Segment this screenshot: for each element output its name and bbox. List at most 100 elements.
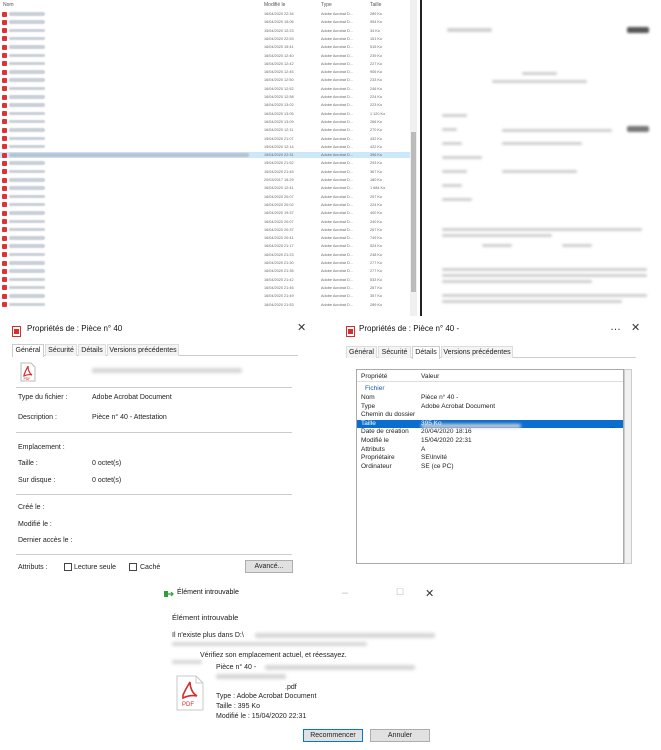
cancel-button[interactable]: Annuler (370, 729, 430, 742)
details-row[interactable]: Type Adobe Acrobat Document (357, 403, 623, 412)
size-value: 0 octet(s) (92, 460, 122, 467)
column-type[interactable]: Type (321, 2, 332, 8)
close-icon[interactable]: ✕ (425, 587, 434, 600)
file-type: Type : Adobe Acrobat Document (216, 693, 317, 700)
group-label: Fichier (365, 385, 385, 392)
minimize-icon[interactable]: … (610, 321, 621, 333)
maximize-icon[interactable]: ☐ (396, 587, 404, 598)
retry-button[interactable]: Recommencer (303, 729, 363, 742)
tab-security[interactable]: Sécurité (378, 346, 411, 358)
file-name: Pièce n° 40 - (216, 664, 257, 671)
close-icon[interactable]: ✕ (297, 321, 306, 334)
row-type: Adobe Acrobat D... (321, 111, 353, 116)
column-name[interactable]: Nom (3, 2, 14, 8)
table-row[interactable]: 16/04/2020 20:37 Adobe Acrobat D... 267 Ko (0, 227, 410, 233)
details-row[interactable]: Nom Pièce n° 40 - (357, 394, 623, 403)
document-preview (420, 0, 661, 316)
tab-general[interactable]: Général (346, 346, 377, 358)
details-row[interactable]: Modifié le 15/04/2020 22:31 (357, 437, 623, 446)
tab-general[interactable]: Général (12, 344, 44, 357)
tab-details[interactable]: Détails (78, 344, 106, 356)
pdf-file-icon (2, 94, 7, 100)
details-scrollbar[interactable] (624, 369, 632, 564)
column-size[interactable]: Taille (370, 2, 381, 8)
table-row[interactable]: 16/04/2020 12:58 Adobe Acrobat D... 224 Ko (0, 94, 410, 100)
table-row[interactable]: 16/04/2020 12:52 Adobe Acrobat D... 246 Ko (0, 86, 410, 92)
table-row[interactable]: 15/04/2020 21:52 Adobe Acrobat D... 293 Ko (0, 160, 410, 166)
table-row[interactable]: 16/04/2020 15:41 Adobe Acrobat D... 515 Ko (0, 44, 410, 50)
tab-bar: Général Sécurité Détails Versions précéd… (12, 344, 298, 357)
hidden-checkbox[interactable] (129, 563, 137, 571)
file-name-redacted (9, 136, 45, 140)
close-icon[interactable]: ✕ (631, 321, 640, 334)
row-type: Adobe Acrobat D... (321, 78, 353, 83)
tab-details[interactable]: Détails (412, 346, 440, 359)
pdf-file-icon (2, 111, 7, 117)
row-date: 16/04/2020 20:07 (264, 194, 294, 199)
row-size: 277 Ko (370, 261, 383, 265)
table-row[interactable]: 15/04/2020 12:23 Adobe Acrobat D... 34 Ko (0, 28, 410, 34)
table-row[interactable]: 16/04/2020 20:41 Adobe Acrobat D... 749 Ko (0, 235, 410, 241)
table-row[interactable]: 16/04/2020 22:53 Adobe Acrobat D... 151 Ko (0, 36, 410, 42)
row-property: Taille (361, 419, 376, 427)
table-row[interactable]: 16/04/2020 12:42 Adobe Acrobat D... 227 Ko (0, 61, 410, 67)
details-row[interactable]: Ordinateur SE (ce PC) (357, 463, 623, 472)
table-row[interactable]: 16/04/2020 21:49 Adobe Acrobat D... 357 Ko (0, 293, 410, 299)
message-line2: Vérifiez son emplacement actuel, et rées… (200, 652, 347, 659)
tab-previous-versions[interactable]: Versions précédentes (107, 344, 179, 356)
table-row[interactable]: 15/04/2020 21:07 Adobe Acrobat D... 432 Ko (0, 136, 410, 142)
tab-security[interactable]: Sécurité (45, 344, 77, 356)
table-row[interactable]: 16/04/2020 15:06 Adobe Acrobat D... 954 Ko (0, 19, 410, 25)
path-ellipsis: ... (610, 424, 616, 430)
table-row[interactable]: 16/04/2020 21:42 Adobe Acrobat D... 533 Ko (0, 277, 410, 283)
row-property: Type (361, 402, 376, 410)
table-row[interactable]: 16/04/2020 12:45 Adobe Acrobat D... 906 Ko (0, 69, 410, 75)
row-date: 16/04/2020 19:37 (264, 211, 294, 216)
table-row[interactable]: 16/04/2020 22:34 Adobe Acrobat D... 289 Ko (0, 11, 410, 17)
table-row[interactable]: 16/04/2020 12:50 Adobe Acrobat D... 233 Ko (0, 77, 410, 83)
row-type: Adobe Acrobat D... (321, 285, 353, 290)
header-property[interactable]: Propriété (361, 373, 387, 380)
details-row[interactable]: Date de création 20/04/2020 18:16 (357, 428, 623, 437)
pdf-file-icon (2, 302, 7, 307)
table-row[interactable]: 16/04/2020 12:40 Adobe Acrobat D... 239 Ko (0, 53, 410, 59)
file-name-redacted (9, 169, 45, 174)
pdf-file-icon (2, 202, 7, 208)
table-row[interactable]: 16/04/2020 20:02 Adobe Acrobat D... 224 Ko (0, 202, 410, 208)
table-row[interactable]: 16/04/2020 20:07 Adobe Acrobat D... 257 Ko (0, 194, 410, 200)
table-row[interactable]: 16/04/2020 21:53 Adobe Acrobat D... 289 Ko (0, 302, 410, 308)
tab-previous-versions[interactable]: Versions précédentes (441, 346, 513, 358)
column-modified[interactable]: Modifié le (264, 2, 285, 8)
table-row[interactable]: 16/04/2020 12:41 Adobe Acrobat D... 1 684 … (0, 185, 410, 191)
scrollbar-thumb[interactable] (411, 132, 416, 292)
table-row[interactable]: 16/04/2020 19:37 Adobe Acrobat D... 400 Ko (0, 210, 410, 216)
table-row[interactable]: 16/04/2020 12:11 Adobe Acrobat D... 270 Ko (0, 127, 410, 133)
table-row[interactable]: 16/04/2020 13:02 Adobe Acrobat D... 223 Ko (0, 102, 410, 108)
message-line1: Il n'existe plus dans D:\ (172, 632, 244, 639)
table-row[interactable]: 15/04/2020 12:14 Adobe Acrobat D... 422 Ko (0, 144, 410, 150)
details-row[interactable]: Attributs A (357, 446, 623, 455)
row-date: 16/04/2020 12:52 (264, 86, 294, 91)
table-row[interactable]: 15/04/2020 22:31 Adobe Acrobat D... 396 Ko (0, 152, 410, 159)
table-row[interactable]: 16/04/2020 21:23 Adobe Acrobat D... 248 Ko (0, 252, 410, 258)
row-type: Adobe Acrobat D... (321, 45, 353, 50)
minimize-icon[interactable]: – (342, 587, 348, 599)
row-date: 16/04/2020 21:46 (264, 285, 294, 290)
table-row[interactable]: 16/04/2020 13:09 Adobe Acrobat D... 266 Ko (0, 119, 410, 125)
table-row[interactable]: 20/03/2017 15:29 Adobe Acrobat D... 180 Ko (0, 177, 410, 183)
details-row[interactable]: Chemin du dossier (357, 411, 623, 420)
header-value[interactable]: Valeur (421, 373, 439, 380)
table-row[interactable]: 16/04/2020 20:07 Adobe Acrobat D... 240 Ko (0, 219, 410, 225)
row-date: 16/04/2020 22:34 (264, 12, 294, 16)
table-row[interactable]: 15/04/2020 21:45 Adobe Acrobat D... 367 Ko (0, 169, 410, 175)
table-row[interactable]: 16/04/2020 21:17 Adobe Acrobat D... 524 Ko (0, 243, 410, 249)
table-row[interactable]: 16/04/2020 13:05 Adobe Acrobat D... 1 120 … (0, 111, 410, 117)
explorer-scrollbar[interactable] (410, 0, 417, 316)
table-row[interactable]: 16/04/2020 21:35 Adobe Acrobat D... 277 Ko (0, 268, 410, 274)
row-size: 524 Ko (370, 244, 383, 249)
table-row[interactable]: 16/04/2020 21:46 Adobe Acrobat D... 287 Ko (0, 285, 410, 291)
advanced-button[interactable]: Avancé... (245, 560, 293, 573)
readonly-checkbox[interactable] (64, 563, 72, 571)
table-row[interactable]: 16/04/2020 21:30 Adobe Acrobat D... 277 Ko (0, 260, 410, 266)
details-row[interactable]: Propriétaire SE\Invité (357, 454, 623, 463)
